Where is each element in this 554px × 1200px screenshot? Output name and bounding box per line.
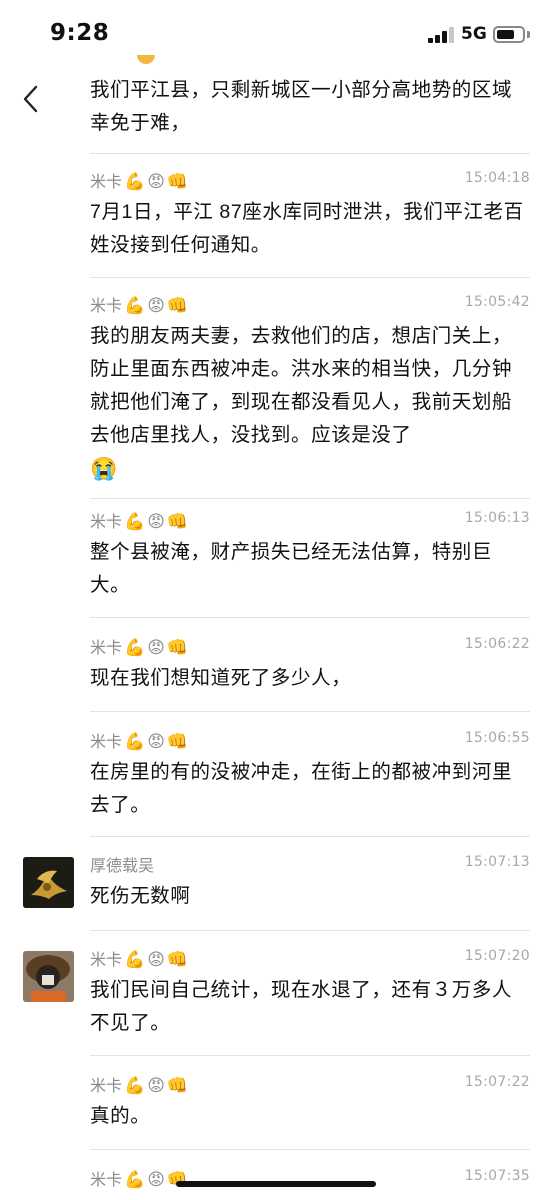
- avatar[interactable]: [23, 857, 74, 908]
- message-divider: [90, 1149, 530, 1150]
- angry-emoji-icon: 😡: [147, 1076, 165, 1096]
- back-button[interactable]: [18, 84, 46, 114]
- sender-name: 米卡 💪 😡 👊: [90, 172, 189, 192]
- message-text: 我们平江县，只剩新城区一小部分高地势的区域幸免于难，: [90, 79, 513, 134]
- message-text: 真的。: [90, 1105, 151, 1127]
- message-time: 15:06:22: [464, 636, 530, 652]
- message-text: 现在我们想知道死了多少人，: [90, 667, 352, 689]
- muscle-emoji-icon: 💪: [124, 1170, 146, 1190]
- muscle-emoji-icon: 💪: [124, 296, 146, 316]
- message-time: 15:07:22: [464, 1074, 530, 1090]
- muscle-emoji-icon: 💪: [124, 638, 146, 658]
- message-time: 15:04:18: [464, 170, 530, 186]
- chat-message[interactable]: 米卡 💪 😡 👊 15:07:22 真的。: [90, 1072, 530, 1133]
- sender-name: 米卡 💪 😡 👊: [90, 638, 189, 658]
- sender-name: 米卡 💪 😡 👊: [90, 732, 189, 752]
- message-divider: [90, 1055, 530, 1056]
- chat-message[interactable]: 米卡 💪 😡 👊 15:04:18 7月1日，平江 87座水库同时泄洪，我们平江老百姓…: [90, 168, 530, 262]
- sender-name: 厚德载吴: [90, 856, 155, 875]
- message-divider: [90, 930, 530, 931]
- fist-emoji-icon: 👊: [166, 172, 189, 192]
- message-time: 15:06:55: [464, 730, 530, 746]
- message-time: 15:06:13: [464, 510, 530, 526]
- fist-emoji-icon: 👊: [166, 512, 189, 532]
- sender-name: 米卡 💪 😡 👊: [90, 1170, 189, 1190]
- fist-emoji-icon: 👊: [166, 1076, 189, 1096]
- battery-tip: [527, 31, 530, 38]
- message-divider: [90, 617, 530, 618]
- fist-emoji-icon: 👊: [166, 638, 189, 658]
- chat-message[interactable]: 米卡 💪 😡 👊 15:06:13 整个县被淹，财产损失已经无法估算，特别巨大。: [90, 508, 530, 602]
- message-text: 我们民间自己统计，现在水退了，还有３万多人不见了。: [90, 979, 513, 1034]
- battery-icon: [493, 26, 525, 43]
- chevron-left-icon: [23, 85, 38, 113]
- angry-emoji-icon: 😡: [147, 172, 165, 192]
- angry-emoji-icon: 😡: [147, 732, 165, 752]
- message-text: 死伤无数啊: [90, 885, 191, 907]
- message-time: 15:07:20: [464, 948, 530, 964]
- message-text: 7月1日，平江 87座水库同时泄洪，我们平江老百姓没接到任何通知。: [90, 201, 524, 256]
- message-divider: [90, 498, 530, 499]
- avatar[interactable]: [23, 951, 74, 1002]
- message-divider: [90, 836, 530, 837]
- sender-name: 米卡 💪 😡 👊: [90, 1076, 189, 1096]
- message-time: 15:07:13: [464, 854, 530, 870]
- avatar-image: [23, 857, 74, 908]
- sender-name: 米卡 💪 😡 👊: [90, 296, 189, 316]
- message-divider: [90, 711, 530, 712]
- angry-emoji-icon: 😡: [147, 950, 165, 970]
- sender-name: 米卡 💪 😡 👊: [90, 950, 189, 970]
- message-text: 在房里的有的没被冲走，在街上的都被冲到河里去了。: [90, 761, 513, 816]
- muscle-emoji-icon: 💪: [124, 732, 146, 752]
- message-divider: [90, 277, 530, 278]
- fist-emoji-icon: 👊: [166, 1170, 189, 1190]
- status-bar: 9:28 5G: [0, 0, 554, 70]
- muscle-emoji-icon: 💪: [124, 1076, 146, 1096]
- chat-message[interactable]: 米卡 💪 😡 👊 15:06:22 现在我们想知道死了多少人，: [90, 634, 530, 695]
- crying-emoji-icon: 😭: [90, 456, 118, 481]
- muscle-emoji-icon: 💪: [124, 950, 146, 970]
- message-time: 15:07:35: [464, 1168, 530, 1184]
- status-time: 9:28: [50, 20, 110, 46]
- angry-emoji-icon: 😡: [147, 296, 165, 316]
- home-indicator[interactable]: [176, 1181, 376, 1187]
- chat-message[interactable]: 米卡 💪 😡 👊 15:05:42 我的朋友两夫妻，去救他们的店，想店门关上，防止里面…: [90, 292, 530, 487]
- avatar-image: [23, 951, 74, 1002]
- chat-message[interactable]: 米卡 💪 😡 👊 15:07:20 我们民间自己统计，现在水退了，还有３万多人不见了。: [90, 946, 530, 1040]
- message-divider: [90, 153, 530, 154]
- muscle-emoji-icon: 💪: [124, 172, 146, 192]
- message-text: 我的朋友两夫妻，去救他们的店，想店门关上，防止里面东西被冲走。洪水来的相当快，几…: [90, 325, 513, 481]
- muscle-emoji-icon: 💪: [124, 512, 146, 532]
- message-time: 15:05:42: [464, 294, 530, 310]
- message-text: 整个县被淹，财产损失已经无法估算，特别巨大。: [90, 541, 493, 596]
- fist-emoji-icon: 👊: [166, 732, 189, 752]
- fist-emoji-icon: 👊: [166, 296, 189, 316]
- angry-emoji-icon: 😡: [147, 638, 165, 658]
- chat-message[interactable]: 米卡 💪 😡 👊 15:07:35: [90, 1166, 530, 1194]
- sender-name: 米卡 💪 😡 👊: [90, 512, 189, 532]
- angry-emoji-icon: 😡: [147, 512, 165, 532]
- chat-message[interactable]: 我们平江县，只剩新城区一小部分高地势的区域幸免于难，: [90, 74, 530, 140]
- angry-emoji-icon: 😡: [147, 1170, 165, 1190]
- network-type: 5G: [461, 24, 487, 44]
- fist-emoji-icon: 👊: [166, 950, 189, 970]
- chat-message[interactable]: 厚德载吴 15:07:13 死伤无数啊: [90, 852, 530, 913]
- cellular-signal-icon: [428, 27, 455, 43]
- chat-message[interactable]: 米卡 💪 😡 👊 15:06:55 在房里的有的没被冲走，在街上的都被冲到河里去了。: [90, 728, 530, 822]
